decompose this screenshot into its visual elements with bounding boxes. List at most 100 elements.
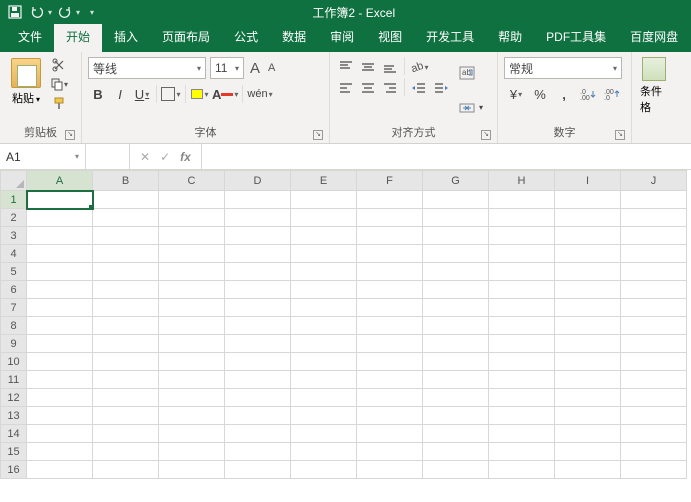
cell[interactable] [489, 425, 555, 443]
cell[interactable] [423, 227, 489, 245]
cell[interactable] [27, 209, 93, 227]
cell[interactable] [27, 317, 93, 335]
cell[interactable] [357, 209, 423, 227]
cell[interactable] [423, 335, 489, 353]
cell[interactable] [93, 461, 159, 479]
cell[interactable] [489, 371, 555, 389]
cell[interactable] [621, 281, 687, 299]
row-header[interactable]: 10 [1, 353, 27, 371]
cell[interactable] [93, 263, 159, 281]
tab-view[interactable]: 视图 [366, 22, 414, 52]
tab-file[interactable]: 文件 [6, 22, 54, 52]
row-header[interactable]: 9 [1, 335, 27, 353]
decrease-decimal-icon[interactable]: .00.0 [600, 84, 624, 104]
cell[interactable] [621, 425, 687, 443]
cell[interactable] [621, 263, 687, 281]
cell[interactable] [159, 443, 225, 461]
col-header[interactable]: G [423, 171, 489, 191]
cell[interactable] [93, 335, 159, 353]
cell[interactable] [555, 299, 621, 317]
cell[interactable] [423, 425, 489, 443]
cell[interactable] [423, 245, 489, 263]
tab-formulas[interactable]: 公式 [222, 22, 270, 52]
cell[interactable] [27, 335, 93, 353]
cell[interactable] [159, 353, 225, 371]
cell[interactable] [225, 389, 291, 407]
select-all-corner[interactable] [1, 171, 27, 191]
cell[interactable] [93, 407, 159, 425]
cell[interactable] [555, 461, 621, 479]
decrease-indent-icon[interactable] [409, 78, 429, 98]
row-header[interactable]: 6 [1, 281, 27, 299]
cell[interactable] [159, 245, 225, 263]
cell[interactable] [357, 371, 423, 389]
cell[interactable] [27, 443, 93, 461]
row-header[interactable]: 7 [1, 299, 27, 317]
cell[interactable] [423, 353, 489, 371]
percent-icon[interactable]: % [528, 84, 552, 104]
cell[interactable] [93, 209, 159, 227]
cell[interactable] [93, 353, 159, 371]
cell[interactable] [489, 353, 555, 371]
col-header[interactable]: C [159, 171, 225, 191]
cell[interactable] [93, 389, 159, 407]
cell[interactable] [489, 245, 555, 263]
cell[interactable] [159, 425, 225, 443]
cell[interactable] [555, 191, 621, 209]
cell[interactable] [423, 389, 489, 407]
font-size-combo[interactable]: 11▾ [210, 57, 244, 79]
cell[interactable] [27, 389, 93, 407]
cell[interactable] [159, 299, 225, 317]
alignment-launcher-icon[interactable]: ↘ [481, 130, 491, 140]
cell[interactable] [621, 317, 687, 335]
italic-button[interactable]: I [110, 84, 130, 104]
cell[interactable] [291, 407, 357, 425]
align-left-icon[interactable] [336, 78, 356, 98]
formula-input[interactable] [202, 144, 691, 169]
col-header[interactable]: E [291, 171, 357, 191]
worksheet-grid[interactable]: A B C D E F G H I J 12345678910111213141… [0, 170, 691, 502]
tab-pdf-tools[interactable]: PDF工具集 [534, 22, 618, 52]
tab-page-layout[interactable]: 页面布局 [150, 22, 222, 52]
name-box[interactable]: A1▾ [0, 144, 86, 169]
cell[interactable] [291, 317, 357, 335]
cut-icon[interactable] [50, 57, 68, 73]
cell[interactable] [291, 281, 357, 299]
qat-customize-icon[interactable]: ▾ [90, 8, 94, 17]
cell[interactable] [159, 191, 225, 209]
cell[interactable] [291, 227, 357, 245]
cell[interactable] [291, 263, 357, 281]
underline-button[interactable]: U▾ [132, 84, 152, 104]
cancel-formula-icon[interactable]: ✕ [140, 150, 150, 164]
cell[interactable] [225, 281, 291, 299]
row-header[interactable]: 15 [1, 443, 27, 461]
row-header[interactable]: 12 [1, 389, 27, 407]
cell[interactable] [225, 425, 291, 443]
cell[interactable] [489, 227, 555, 245]
increase-font-icon[interactable]: A [248, 60, 262, 77]
clipboard-launcher-icon[interactable]: ↘ [65, 130, 75, 140]
comma-icon[interactable]: , [552, 84, 576, 104]
cell[interactable] [159, 407, 225, 425]
bold-button[interactable]: B [88, 84, 108, 104]
cell[interactable] [621, 209, 687, 227]
cell[interactable] [621, 191, 687, 209]
cell[interactable] [159, 263, 225, 281]
cell[interactable] [291, 389, 357, 407]
cell[interactable] [159, 335, 225, 353]
tab-insert[interactable]: 插入 [102, 22, 150, 52]
cell[interactable] [489, 407, 555, 425]
tab-baidu[interactable]: 百度网盘 [618, 22, 690, 52]
undo-dropdown-icon[interactable]: ▾ [48, 8, 52, 17]
cell[interactable] [489, 389, 555, 407]
cell[interactable] [225, 245, 291, 263]
cell[interactable] [621, 335, 687, 353]
wrap-text-button[interactable]: ab ab [459, 63, 483, 83]
cell[interactable] [225, 461, 291, 479]
cell[interactable] [489, 461, 555, 479]
align-center-icon[interactable] [358, 78, 378, 98]
cell[interactable] [27, 461, 93, 479]
row-header[interactable]: 13 [1, 407, 27, 425]
orientation-icon[interactable]: ab▾ [409, 57, 429, 77]
cell[interactable] [93, 299, 159, 317]
